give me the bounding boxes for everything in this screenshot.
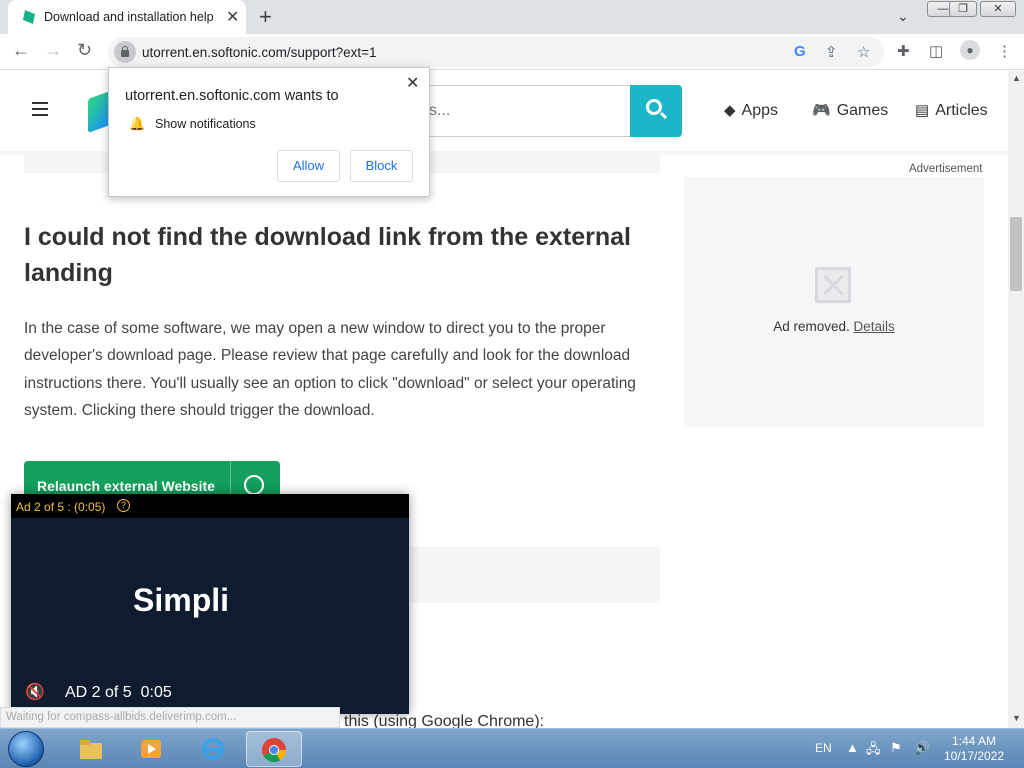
menu-dots-icon[interactable]: ⋮ xyxy=(997,42,1012,60)
page-scrollbar[interactable]: ▲ ▼ xyxy=(1008,71,1024,728)
advertisement-label: Advertisement xyxy=(909,163,983,175)
section-heading: I could not find the download link from … xyxy=(24,223,631,287)
ad-progress-info: AD 2 of 5 0:05 xyxy=(65,684,172,701)
system-clock[interactable]: 1:44 AM 10/17/2022 xyxy=(938,734,1010,764)
bookmark-star-icon[interactable]: ☆ xyxy=(857,43,870,61)
ad-removed-icon xyxy=(815,267,851,303)
network-icon[interactable]: 🖧 xyxy=(866,740,881,762)
ad-counter: Ad 2 of 5 : (0:05) xyxy=(16,500,106,514)
address-bar[interactable]: utorrent.en.softonic.com/support?ext=1 G… xyxy=(108,37,884,67)
gamepad-icon: 🎮 xyxy=(812,102,831,119)
softonic-logo[interactable] xyxy=(88,90,110,134)
apps-icon: ◆ xyxy=(724,102,736,119)
close-tab-icon[interactable]: ✕ xyxy=(226,7,239,27)
notification-permission-prompt: utorrent.en.softonic.com wants to ✕ 🔔 Sh… xyxy=(108,67,430,197)
block-button[interactable]: Block xyxy=(350,150,413,182)
ad-removed-text: Ad removed. Details xyxy=(773,319,895,334)
browser-toolbar: ← → ↻ utorrent.en.softonic.com/support?e… xyxy=(0,34,1024,70)
taskbar-chrome[interactable] xyxy=(246,731,302,767)
tab-title: Download and installation help xyxy=(44,10,214,24)
instruction-text: this (using Google Chrome): xyxy=(344,713,545,728)
windows-taskbar: EN ▲ 🖧 ⚑ 🔊 1:44 AM 10/17/2022 xyxy=(0,728,1024,768)
taskbar-explorer[interactable] xyxy=(64,731,120,767)
scrollbar-thumb[interactable] xyxy=(1010,217,1022,291)
scroll-up-icon[interactable]: ▲ xyxy=(1012,73,1021,83)
articles-icon: ▤ xyxy=(915,102,930,119)
tab-strip: Download and installation help ✕ + ⌄ — ❐… xyxy=(0,0,1024,34)
folder-icon xyxy=(80,740,102,759)
extensions-icon[interactable]: ✚ xyxy=(897,42,910,60)
tab-search-chevron-icon[interactable]: ⌄ xyxy=(897,8,909,25)
lock-icon[interactable] xyxy=(114,41,136,63)
allow-button[interactable]: Allow xyxy=(277,150,340,182)
chrome-icon xyxy=(262,738,286,763)
taskbar-media-player[interactable] xyxy=(124,731,180,767)
softonic-favicon-icon xyxy=(23,10,35,24)
search-button[interactable] xyxy=(630,85,682,137)
clock-time: 1:44 AM xyxy=(951,734,997,748)
browser-tab[interactable]: Download and installation help ✕ xyxy=(8,0,246,34)
sidebar-ad: Ad removed. Details xyxy=(684,177,984,427)
section-paragraph: In the case of some software, we may ope… xyxy=(24,320,636,419)
back-icon[interactable]: ← xyxy=(12,40,30,61)
scroll-down-icon[interactable]: ▼ xyxy=(1012,713,1021,723)
ad-details-link[interactable]: Details xyxy=(854,319,895,334)
clock-date: 10/17/2022 xyxy=(943,749,1005,763)
nav-articles-label: Articles xyxy=(935,102,988,119)
url-text: utorrent.en.softonic.com/support?ext=1 xyxy=(142,45,377,60)
video-ad-player[interactable]: Ad 2 of 5 : (0:05) ? Simpli 🔇 AD 2 of 5 … xyxy=(11,494,409,714)
bell-icon: 🔔 xyxy=(129,116,146,131)
side-panel-icon[interactable]: ◫ xyxy=(929,42,943,60)
ad-top-bar: Ad 2 of 5 : (0:05) ? xyxy=(11,494,409,518)
show-hidden-icons[interactable]: ▲ xyxy=(846,740,859,755)
close-window-button[interactable]: ✕ xyxy=(980,1,1016,17)
language-indicator[interactable]: EN xyxy=(815,741,832,755)
action-center-flag-icon[interactable]: ⚑ xyxy=(890,740,902,756)
share-icon[interactable]: ⇪ xyxy=(825,43,838,61)
nav-apps[interactable]: ◆ Apps xyxy=(724,101,778,120)
prompt-message: utorrent.en.softonic.com wants to xyxy=(125,88,339,104)
taskbar-internet-explorer[interactable] xyxy=(186,731,242,767)
profile-avatar-icon[interactable]: ● xyxy=(960,40,980,60)
search-placeholder: s... xyxy=(429,102,451,119)
nav-games[interactable]: 🎮 Games xyxy=(812,101,888,120)
ad-brand-text: Simpli xyxy=(133,582,230,618)
status-bubble: Waiting for compass-allbids.deliverimp.c… xyxy=(0,707,340,728)
internet-explorer-icon xyxy=(202,738,224,760)
relaunch-label: Relaunch external Website xyxy=(37,478,215,494)
permission-text: Show notifications xyxy=(155,117,256,131)
hamburger-menu-icon[interactable] xyxy=(32,102,48,116)
volume-icon[interactable]: 🔊 xyxy=(914,740,930,756)
content-block xyxy=(410,547,660,603)
media-player-icon xyxy=(141,740,161,758)
start-button[interactable] xyxy=(8,731,44,767)
google-lens-icon[interactable]: G xyxy=(794,43,806,60)
mute-icon[interactable]: 🔇 xyxy=(25,682,45,702)
nav-apps-label: Apps xyxy=(741,102,779,119)
help-icon[interactable]: ? xyxy=(117,499,130,512)
site-search-input[interactable]: s... xyxy=(418,85,630,137)
reload-icon[interactable]: ↻ xyxy=(77,40,92,61)
globe-icon xyxy=(244,475,264,495)
forward-icon[interactable]: → xyxy=(44,40,62,61)
new-tab-icon[interactable]: + xyxy=(259,4,272,30)
nav-articles[interactable]: ▤ Articles xyxy=(915,101,988,120)
restore-button[interactable]: ❐ xyxy=(949,1,977,17)
nav-games-label: Games xyxy=(836,102,889,119)
close-prompt-icon[interactable]: ✕ xyxy=(406,73,419,93)
